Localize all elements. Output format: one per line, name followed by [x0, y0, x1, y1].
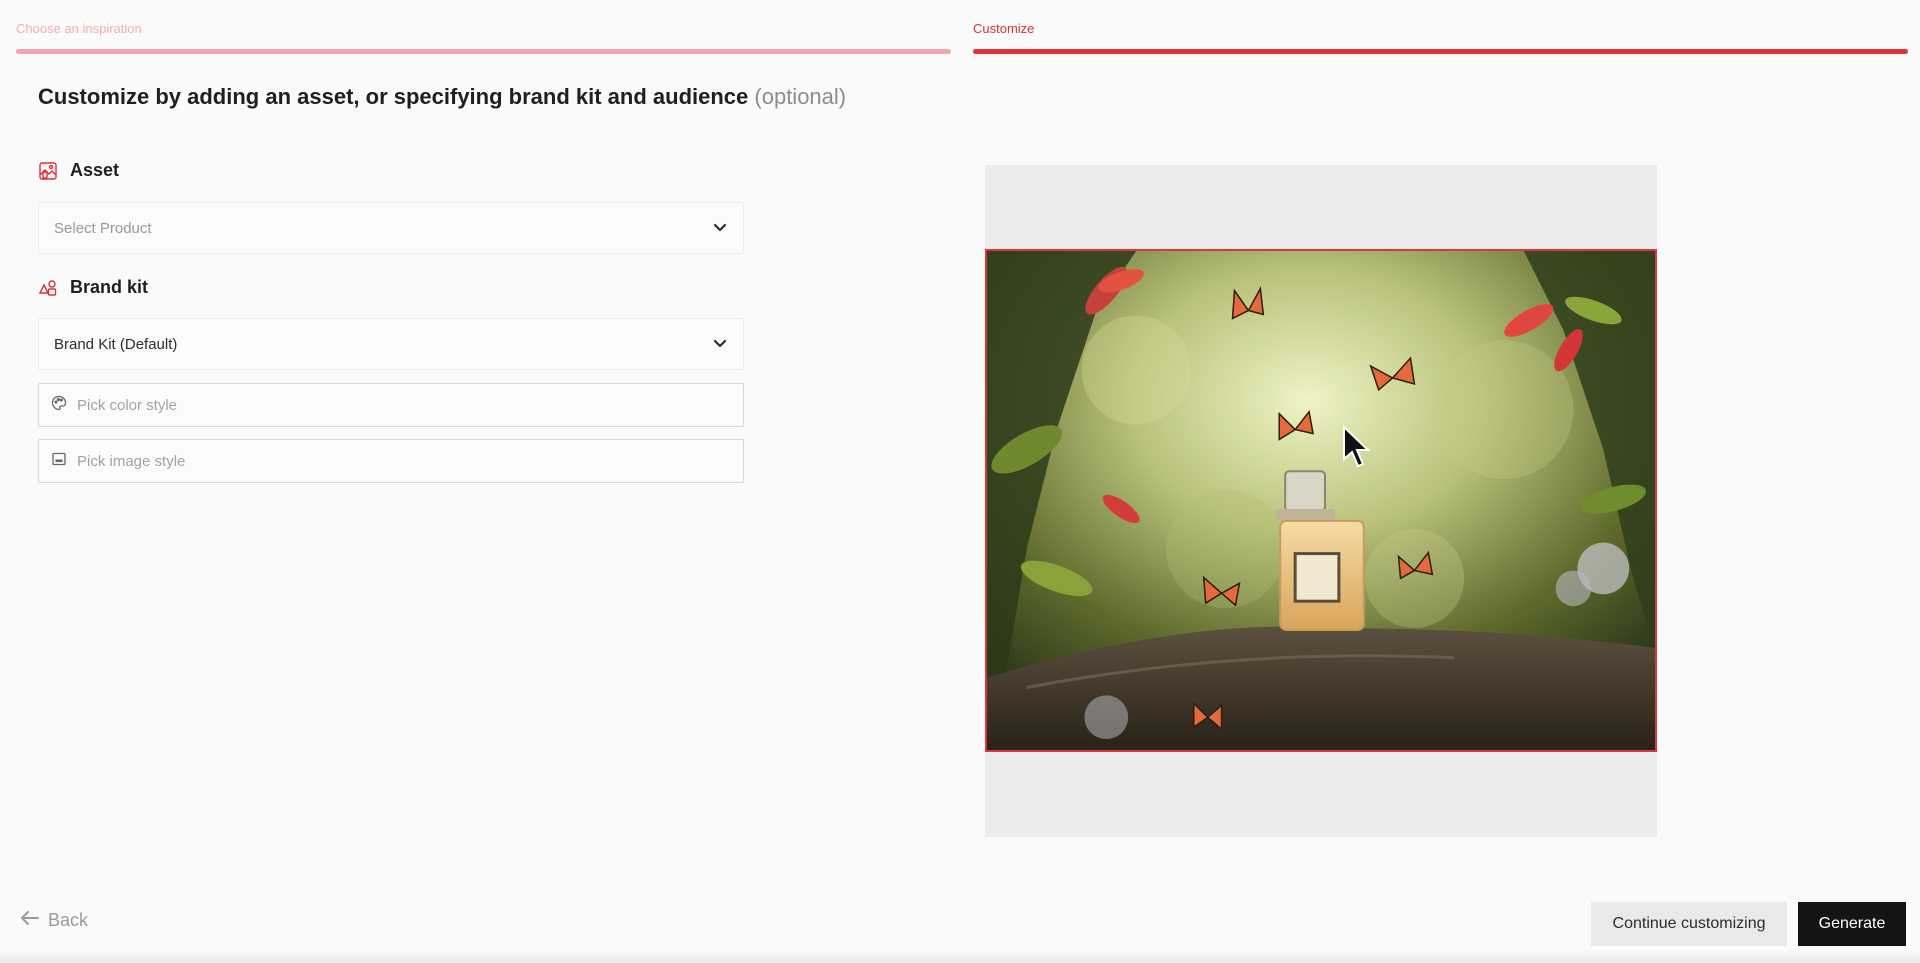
chevron-down-icon	[713, 336, 727, 353]
step-customize[interactable]: Customize	[973, 20, 1908, 54]
page-title: Customize by adding an asset, or specify…	[38, 84, 846, 110]
chevron-down-icon	[713, 220, 727, 237]
arrow-left-icon	[20, 910, 40, 931]
palette-icon	[51, 395, 67, 415]
perfume-forest-scene	[987, 251, 1655, 750]
step-progress-bar	[973, 49, 1908, 54]
select-product-placeholder: Select Product	[54, 219, 152, 237]
continue-customizing-button[interactable]: Continue customizing	[1591, 902, 1787, 946]
pick-image-style-field[interactable]: Pick image style	[38, 439, 744, 483]
asset-label: Asset	[70, 160, 120, 180]
generate-button[interactable]: Generate	[1798, 902, 1906, 946]
step-label: Choose an inspiration	[16, 21, 142, 36]
image-asset-icon	[38, 161, 58, 181]
inspiration-preview-image[interactable]	[985, 249, 1657, 752]
select-product-dropdown[interactable]: Select Product	[38, 202, 744, 254]
step-choose-inspiration[interactable]: Choose an inspiration	[16, 20, 951, 54]
brand-kit-dropdown[interactable]: Brand Kit (Default)	[38, 318, 744, 370]
brand-kit-label: Brand kit	[70, 277, 149, 297]
step-progress-bar	[16, 49, 951, 54]
pick-color-style-field[interactable]: Pick color style	[38, 383, 744, 427]
preview-panel	[985, 165, 1657, 837]
asset-section-label: Asset	[38, 160, 119, 181]
back-label: Back	[48, 910, 89, 930]
image-icon	[51, 451, 67, 471]
back-button[interactable]: Back	[20, 910, 88, 931]
bottom-shadow-divider	[0, 949, 1920, 963]
shapes-icon	[38, 278, 58, 298]
pick-color-style-placeholder: Pick color style	[77, 396, 178, 414]
page-title-text: Customize by adding an asset, or specify…	[38, 84, 749, 109]
pick-image-style-placeholder: Pick image style	[77, 452, 186, 470]
step-label: Customize	[973, 21, 1035, 36]
brand-kit-selected-value: Brand Kit (Default)	[54, 335, 178, 353]
mouse-cursor-icon	[1342, 424, 1371, 474]
brand-kit-section-label: Brand kit	[38, 277, 148, 298]
customize-page: Choose an inspiration Customize Customiz…	[0, 0, 1920, 963]
optional-note: (optional)	[754, 84, 847, 109]
